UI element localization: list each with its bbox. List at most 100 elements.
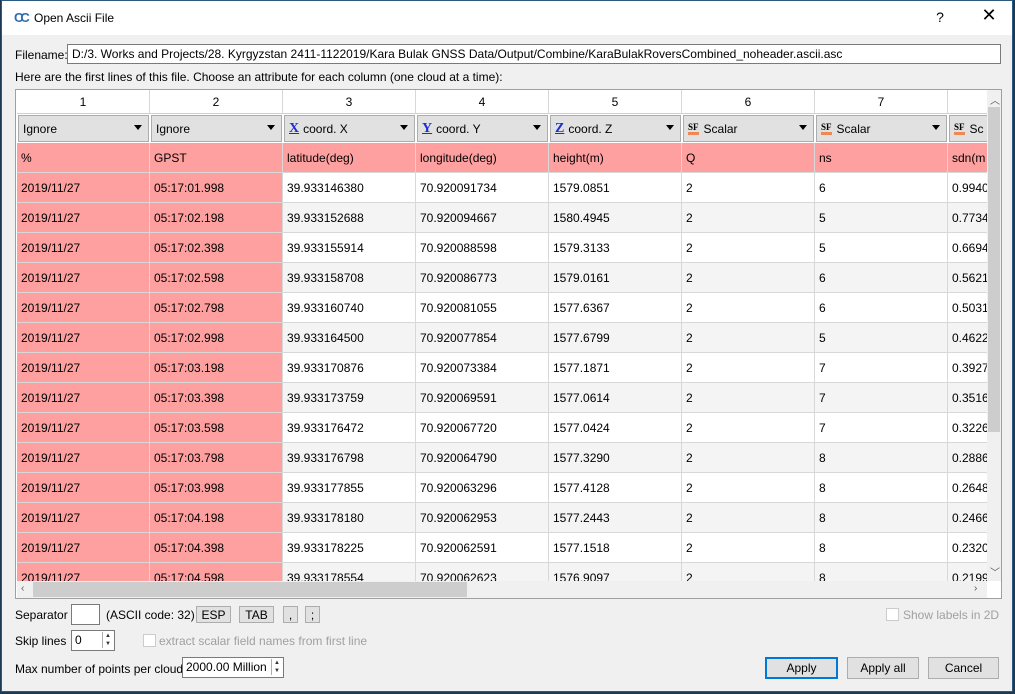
scalar-field-icon: SF <box>688 122 699 135</box>
column-number-row: 1234567 <box>17 90 987 114</box>
attribute-dropdown[interactable]: SF Sc <box>949 115 987 142</box>
table-cell: 7 <box>815 413 948 443</box>
table-cell: 39.933173759 <box>283 383 416 413</box>
chevron-down-icon[interactable] <box>533 125 541 130</box>
table-cell: 2 <box>682 293 815 323</box>
help-button[interactable]: ? <box>930 9 950 25</box>
spin-arrows-icon[interactable]: ▲ ▼ <box>102 632 113 648</box>
column-number <box>948 90 987 114</box>
table-row: 2019/11/27 05:17:04.398 39.933178225 70.920… <box>17 533 987 563</box>
extract-names-label: extract scalar field names from first li… <box>159 634 368 648</box>
scroll-left-icon[interactable]: ‹ <box>21 583 24 594</box>
title-bar: CC Open Ascii File ? ✕ <box>2 1 1012 35</box>
apply-button[interactable]: Apply <box>765 657 838 679</box>
cancel-button[interactable]: Cancel <box>928 657 999 679</box>
table-cell: GPST <box>150 143 283 173</box>
scroll-right-icon[interactable]: › <box>974 583 977 594</box>
table-row: 2019/11/27 05:17:02.198 39.933152688 70.920… <box>17 203 987 233</box>
apply-all-button[interactable]: Apply all <box>847 657 919 679</box>
vertical-scroll-thumb[interactable] <box>988 107 1000 432</box>
table-cell: 2 <box>682 233 815 263</box>
table-cell: 0.2466 <box>948 503 987 533</box>
table-cell: 0.2886 <box>948 443 987 473</box>
filename-label: Filename: <box>15 48 68 62</box>
attribute-dropdown[interactable]: Ignore <box>18 115 149 142</box>
table-cell: 05:17:03.398 <box>150 383 283 413</box>
attribute-row: Ignore Ignore Xcoord. X Ycoord. Y Zcoord. ZS… <box>17 114 987 143</box>
show-labels-checkbox[interactable] <box>886 608 899 621</box>
table-grid: 1 2 3 4 5 6 7 Ignore Ignore Xcoord. X Ycoord. Y Zco… <box>17 90 987 581</box>
table-cell: 2 <box>682 503 815 533</box>
table-cell: 2019/11/27 <box>17 473 150 503</box>
scroll-down-icon[interactable]: ﹀ <box>990 564 1000 579</box>
chevron-down-icon[interactable] <box>134 125 142 130</box>
table-cell: 05:17:03.798 <box>150 443 283 473</box>
table-cell: 1579.3133 <box>549 233 682 263</box>
horizontal-scroll-thumb[interactable] <box>33 582 467 597</box>
table-cell: longitude(deg) <box>416 143 549 173</box>
table-cell: 70.920088598 <box>416 233 549 263</box>
table-row: 2019/11/27 05:17:03.798 39.933176798 70.920… <box>17 443 987 473</box>
table-cell: 2019/11/27 <box>17 323 150 353</box>
comma-button[interactable]: , <box>283 606 298 623</box>
table-cell: latitude(deg) <box>283 143 416 173</box>
table-cell: 1577.2443 <box>549 503 682 533</box>
tab-button[interactable]: TAB <box>239 606 274 623</box>
table-cell: 2 <box>682 473 815 503</box>
filename-field[interactable]: D:/3. Works and Projects/28. Kyrgyzstan … <box>67 44 1001 64</box>
table-cell: 5 <box>815 203 948 233</box>
column-number: 6 <box>682 90 815 114</box>
semicolon-button[interactable]: ; <box>305 606 320 623</box>
coord-y-icon: Y <box>422 120 433 136</box>
table-cell: 2019/11/27 <box>17 233 150 263</box>
table-cell: 2 <box>682 173 815 203</box>
chevron-down-icon[interactable] <box>666 125 674 130</box>
separator-field[interactable] <box>71 604 100 625</box>
table-cell: 5 <box>815 233 948 263</box>
window-title: Open Ascii File <box>34 11 115 25</box>
attribute-dropdown[interactable]: SF Scalar <box>683 115 814 142</box>
table-cell: 8 <box>815 533 948 563</box>
table-cell: 1577.0424 <box>549 413 682 443</box>
table-cell: 39.933155914 <box>283 233 416 263</box>
chevron-down-icon[interactable] <box>932 125 940 130</box>
close-button[interactable]: ✕ <box>977 5 1001 26</box>
table-cell: 70.920067720 <box>416 413 549 443</box>
table-cell: 0.3927 <box>948 353 987 383</box>
table-cell: sdn(m <box>948 143 987 173</box>
esp-button[interactable]: ESP <box>196 606 231 623</box>
chevron-down-icon[interactable] <box>400 125 408 130</box>
horizontal-scrollbar[interactable]: ‹ › <box>17 581 987 598</box>
column-number: 4 <box>416 90 549 114</box>
attribute-dropdown[interactable]: SF Scalar <box>816 115 947 142</box>
attribute-dropdown[interactable]: Ignore <box>151 115 282 142</box>
skip-lines-spinbox[interactable]: 0 ▲ ▼ <box>71 630 115 651</box>
ascii-code-label: (ASCII code: 32) <box>106 608 195 622</box>
table-cell: 70.920064790 <box>416 443 549 473</box>
info-text: Here are the first lines of this file. C… <box>15 70 503 84</box>
table-row: 2019/11/27 05:17:03.598 39.933176472 70.920… <box>17 413 987 443</box>
spin-arrows-icon[interactable]: ▲ ▼ <box>271 659 282 675</box>
skip-lines-label: Skip lines <box>15 634 67 648</box>
table-cell: 0.2648 <box>948 473 987 503</box>
coord-x-icon: X <box>289 120 300 136</box>
extract-names-checkbox[interactable] <box>143 634 156 647</box>
max-points-spinbox[interactable]: 2000.00 Million ▲ ▼ <box>182 657 284 678</box>
vertical-scrollbar[interactable]: ︿ ﹀ <box>987 90 1001 581</box>
table-row: 2019/11/27 05:17:02.798 39.933160740 70.920… <box>17 293 987 323</box>
attribute-dropdown[interactable]: Zcoord. Z <box>550 115 681 142</box>
table-cell: 6 <box>815 293 948 323</box>
scroll-up-icon[interactable]: ︿ <box>990 92 1000 107</box>
chevron-down-icon[interactable] <box>799 125 807 130</box>
attribute-label: Ignore <box>23 121 58 136</box>
attribute-dropdown[interactable]: Xcoord. X <box>284 115 415 142</box>
table-cell: 2019/11/27 <box>17 263 150 293</box>
table-cell: 05:17:03.198 <box>150 353 283 383</box>
chevron-down-icon[interactable] <box>267 125 275 130</box>
table-cell: 0.5621 <box>948 263 987 293</box>
attribute-dropdown[interactable]: Ycoord. Y <box>417 115 548 142</box>
table-cell: 2019/11/27 <box>17 503 150 533</box>
table-cell: 05:17:02.798 <box>150 293 283 323</box>
table-cell: ns <box>815 143 948 173</box>
table-row: 2019/11/27 05:17:04.598 39.933178554 70.920… <box>17 563 987 581</box>
